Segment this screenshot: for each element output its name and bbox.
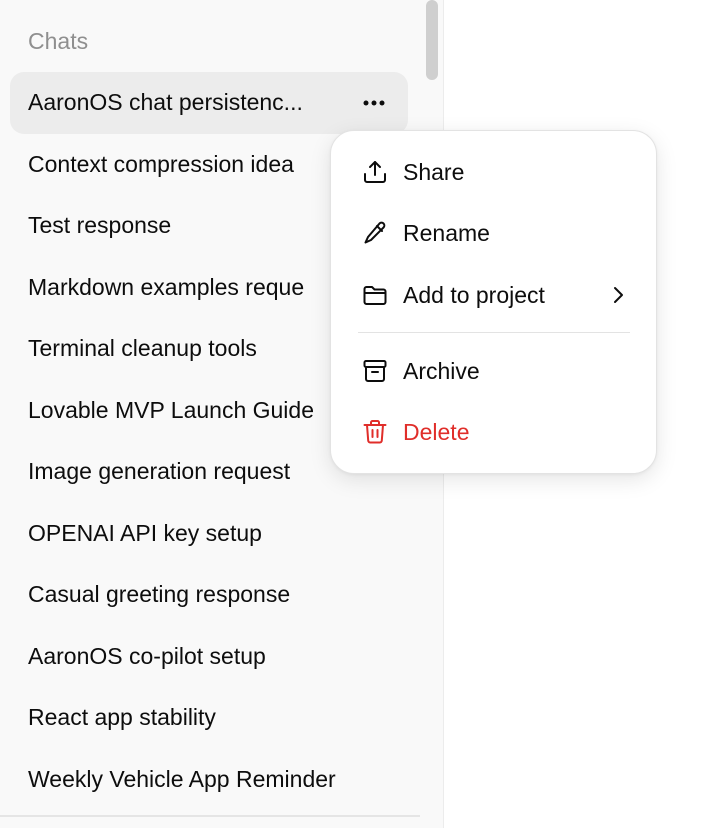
folder-icon [360, 280, 390, 310]
chat-item-label: Image generation request [28, 458, 291, 485]
chat-item[interactable]: Casual greeting response [10, 564, 408, 626]
archive-box-icon [360, 356, 390, 386]
share-label: Share [403, 158, 465, 185]
delete-label: Delete [403, 418, 470, 445]
chat-item-label: Terminal cleanup tools [28, 335, 257, 362]
share-upload-icon [360, 157, 390, 187]
rename-menu-item[interactable]: Rename [345, 206, 643, 260]
chat-item-label: Markdown examples reque [28, 273, 305, 300]
pencil-icon [360, 218, 390, 248]
chat-item[interactable]: AaronOS co-pilot setup [10, 626, 408, 688]
chat-item-label: Casual greeting response [28, 581, 291, 608]
chat-item-label: AaronOS co-pilot setup [28, 642, 266, 669]
chats-section-label: Chats [28, 28, 89, 54]
chat-item-label: OPENAI API key setup [28, 519, 262, 546]
rename-label: Rename [403, 219, 490, 246]
delete-menu-item[interactable]: Delete [345, 405, 643, 459]
chat-item[interactable]: React app stability [10, 687, 408, 749]
chat-item[interactable]: Weekly Vehicle App Reminder [10, 749, 408, 811]
sidebar-scrollbar[interactable] [426, 0, 438, 80]
chat-item-label: Context compression idea [28, 150, 294, 177]
chat-item-label: Lovable MVP Launch Guide [28, 396, 314, 423]
chat-item-label: Test response [28, 212, 172, 239]
share-menu-item[interactable]: Share [345, 145, 643, 199]
chat-item-label: React app stability [28, 704, 216, 731]
chat-context-menu: Share Rename Add to project Archive Dele… [330, 130, 657, 474]
chat-item-label: Weekly Vehicle App Reminder [28, 765, 336, 792]
chevron-right-icon [607, 284, 629, 306]
trash-icon [360, 417, 390, 447]
add-to-project-label: Add to project [403, 281, 545, 308]
sidebar-bottom-divider [0, 815, 420, 817]
more-options-button[interactable] [360, 89, 388, 117]
ellipsis-icon [363, 100, 385, 106]
menu-divider [358, 332, 630, 333]
chat-item-active[interactable]: AaronOS chat persistenc... [10, 72, 408, 134]
archive-label: Archive [403, 357, 480, 384]
chat-item-label: AaronOS chat persistenc... [28, 89, 303, 116]
archive-menu-item[interactable]: Archive [345, 344, 643, 398]
chat-item[interactable]: OPENAI API key setup [10, 503, 408, 565]
add-to-project-menu-item[interactable]: Add to project [345, 268, 643, 322]
